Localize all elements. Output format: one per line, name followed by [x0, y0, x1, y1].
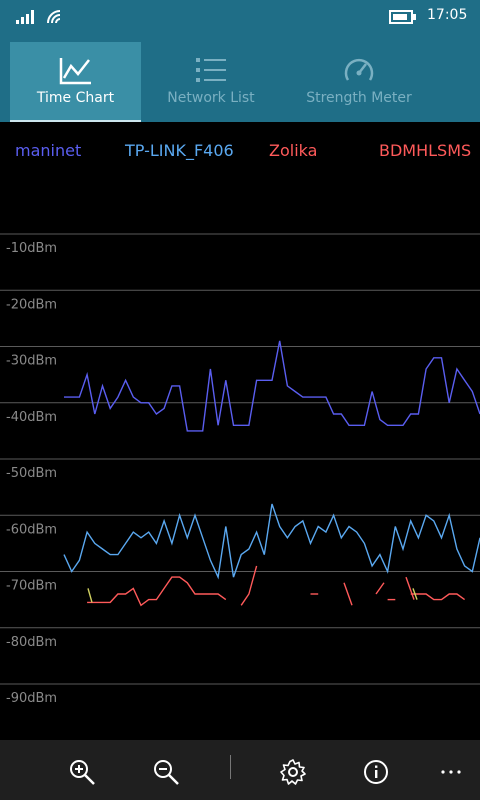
legend-item-bdmhlsms: BDMHLSMS: [379, 141, 472, 160]
series-line-maninet: [64, 340, 480, 432]
y-tick-label: -70dBm: [6, 579, 57, 594]
tab-overflow[interactable]: ​: [466, 42, 480, 122]
legend-item-zolika: Zolika: [269, 141, 318, 160]
battery-icon: [389, 10, 416, 24]
y-tick-label: -40dBm: [6, 410, 57, 425]
list-icon: [196, 58, 226, 82]
y-tick-label: -50dBm: [6, 466, 57, 481]
gauge-icon: [344, 58, 374, 81]
signal-bars-icon: [16, 10, 34, 24]
tab-bar: Time Chart Network List Strength Meter ​: [0, 32, 480, 122]
status-time: 17:05: [427, 7, 468, 23]
series-line-zolika: [410, 593, 466, 601]
gear-icon: [280, 759, 306, 785]
more-icon: [441, 770, 461, 774]
info-button[interactable]: [362, 758, 390, 786]
series-fragment: [405, 576, 415, 600]
y-tick-label: -60dBm: [6, 522, 57, 537]
settings-button[interactable]: [279, 758, 307, 786]
series-fragment: [87, 588, 93, 603]
legend-item-maninet: maninet: [15, 141, 82, 160]
tab-label: Time Chart: [36, 90, 115, 106]
y-tick-label: -90dBm: [6, 691, 57, 706]
chart-canvas: -10dBm -20dBm -30dBm -40dBm -50dBm -60dBm -70d…: [0, 233, 480, 706]
app-bar: [0, 740, 480, 800]
series-fragment: [375, 582, 385, 595]
y-tick-label: -80dBm: [6, 635, 57, 650]
zoom-out-icon: [154, 760, 179, 785]
active-tab-indicator: [10, 120, 141, 122]
y-tick-label: -30dBm: [6, 354, 57, 369]
more-button[interactable]: [437, 758, 465, 786]
wifi-icon: [47, 10, 61, 24]
legend-item-tp-link-f406: TP-LINK_F406: [125, 141, 234, 160]
line-chart-icon: [59, 58, 91, 85]
zoom-in-button[interactable]: [68, 758, 96, 786]
tab-time-chart[interactable]: Time Chart: [10, 42, 141, 122]
tab-label: Network List: [167, 90, 255, 106]
tab-label: Strength Meter: [306, 90, 412, 106]
series-line-zolika: [87, 576, 227, 607]
y-tick-label: -20dBm: [6, 297, 57, 312]
zoom-out-button[interactable]: [152, 758, 180, 786]
chart-legend: maninet TP-LINK_F406 Zolika BDMHLSMS: [0, 138, 480, 168]
series-fragment: [343, 582, 353, 606]
y-tick-label: -10dBm: [6, 241, 57, 256]
info-icon: [364, 760, 388, 784]
zoom-in-icon: [70, 760, 95, 785]
appbar-divider: [230, 755, 231, 779]
tab-strength-meter[interactable]: Strength Meter: [290, 42, 428, 122]
status-bar: 17:05: [0, 0, 480, 32]
signal-time-chart: -10dBm -20dBm -30dBm -40dBm -50dBm -60dBm -70d…: [0, 180, 480, 740]
tab-network-list[interactable]: Network List: [151, 42, 271, 122]
